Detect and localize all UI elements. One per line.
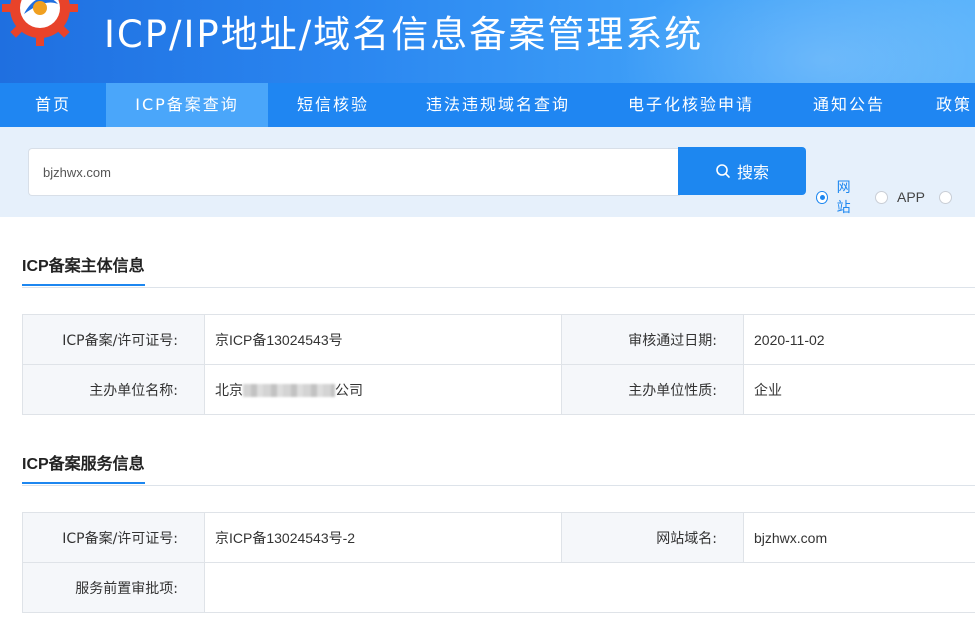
radio-website[interactable]: 网站 <box>816 177 861 217</box>
search-button[interactable]: 搜索 <box>678 147 806 195</box>
icp-license-label: ICP备案/许可证号: <box>22 314 205 365</box>
approval-date-value: 2020-11-02 <box>743 314 975 365</box>
nav-item-sms-verify[interactable]: 短信核验 <box>268 83 398 127</box>
radio-website-label: 网站 <box>836 179 851 215</box>
search-button-label: 搜索 <box>736 163 769 182</box>
organizer-type-label: 主办单位性质: <box>561 364 744 415</box>
nav-item-home[interactable]: 首页 <box>0 83 106 127</box>
organizer-name-label: 主办单位名称: <box>22 364 205 415</box>
table-row: ICP备案/许可证号: 京ICP备13024543号-2 网站域名: bjzhw… <box>22 512 975 563</box>
radio-third-option[interactable] <box>939 190 961 204</box>
service-license-label: ICP备案/许可证号: <box>22 512 205 563</box>
organizer-name-value: 北京 公司 <box>204 364 562 415</box>
radio-third-dot[interactable] <box>939 190 952 204</box>
search-panel: 搜索 网站 APP <box>0 127 975 217</box>
radio-website-dot[interactable] <box>816 190 828 204</box>
nav-item-illegal-domain-query[interactable]: 违法违规域名查询 <box>398 83 598 127</box>
subject-section-title: ICP备案主体信息 <box>22 252 145 286</box>
redacted-blur <box>243 384 335 398</box>
table-row: ICP备案/许可证号: 京ICP备13024543号 审核通过日期: 2020-… <box>22 314 975 365</box>
site-header: ICP/IP地址/域名信息备案管理系统 <box>0 0 975 83</box>
site-title: ICP/IP地址/域名信息备案管理系统 <box>104 13 704 56</box>
organizer-name-suffix: 公司 <box>335 381 363 398</box>
search-input[interactable] <box>28 148 680 196</box>
main-nav: 首页 ICP备案查询 短信核验 违法违规域名查询 电子化核验申请 通知公告 政策 <box>0 83 975 127</box>
website-domain-label: 网站域名: <box>561 512 744 563</box>
subject-section-divider <box>22 287 975 288</box>
search-type-radio-group: 网站 APP <box>816 177 975 217</box>
pre-approval-label: 服务前置审批项: <box>22 562 205 613</box>
service-license-value: 京ICP备13024543号-2 <box>204 512 562 563</box>
radio-app[interactable]: APP <box>874 189 925 205</box>
table-row: 服务前置审批项: <box>22 562 975 613</box>
icp-license-value: 京ICP备13024543号 <box>204 314 562 365</box>
organizer-name-prefix: 北京 <box>215 381 243 398</box>
nav-item-policy[interactable]: 政策 <box>914 83 975 127</box>
gear-logo-icon <box>2 0 78 46</box>
search-icon <box>716 164 730 178</box>
service-section-divider <box>22 485 975 486</box>
organizer-type-value: 企业 <box>743 364 975 415</box>
service-info-table: ICP备案/许可证号: 京ICP备13024543号-2 网站域名: bjzhw… <box>22 512 975 613</box>
nav-item-e-verify-apply[interactable]: 电子化核验申请 <box>598 83 784 127</box>
radio-app-dot[interactable] <box>874 190 888 204</box>
website-domain-value: bjzhwx.com <box>743 512 975 563</box>
service-section-title: ICP备案服务信息 <box>22 450 145 484</box>
subject-info-table: ICP备案/许可证号: 京ICP备13024543号 审核通过日期: 2020-… <box>22 314 975 415</box>
nav-item-notices[interactable]: 通知公告 <box>784 83 914 127</box>
table-row: 主办单位名称: 北京 公司 主办单位性质: 企业 <box>22 364 975 415</box>
pre-approval-value <box>204 562 975 613</box>
nav-item-icp-query[interactable]: ICP备案查询 <box>106 83 268 127</box>
approval-date-label: 审核通过日期: <box>561 314 744 365</box>
radio-app-label: APP <box>896 189 925 205</box>
